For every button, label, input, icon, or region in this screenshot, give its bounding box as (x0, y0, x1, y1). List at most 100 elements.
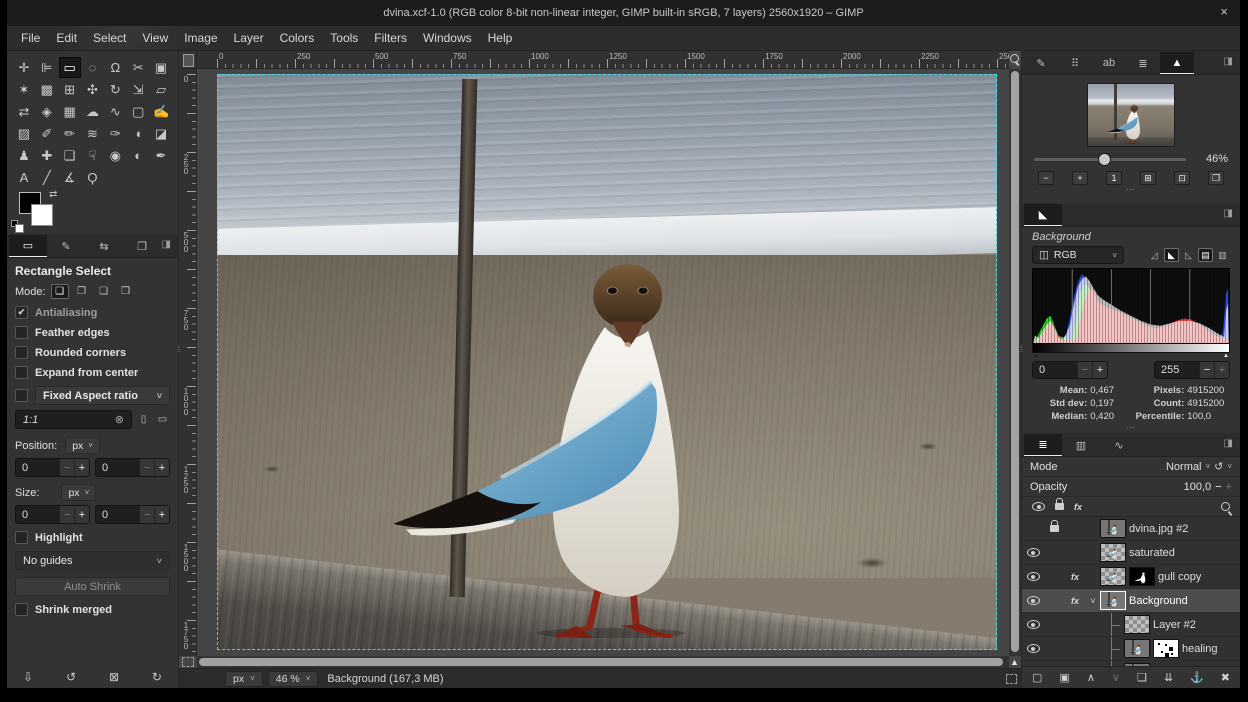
new-layer-group-button[interactable]: ▣ (1059, 671, 1069, 684)
undo-history-tab[interactable]: ⇆ (85, 235, 123, 257)
rounded-corners-checkbox[interactable] (15, 346, 28, 359)
duplicate-layer-button[interactable]: ❏ (1137, 671, 1147, 684)
tool-flip[interactable]: ⇄ (13, 101, 35, 122)
tool-bucket-fill[interactable]: ▨ (13, 123, 35, 144)
layer-row-background[interactable]: fx˅Background (1022, 589, 1240, 613)
minus-icon[interactable]: − (139, 506, 154, 523)
tool-paths[interactable]: ✒ (150, 145, 172, 166)
gradients-tab[interactable]: ≣ (1126, 52, 1160, 74)
menu-windows[interactable]: Windows (415, 26, 480, 50)
device-status-tab[interactable]: ✎ (47, 235, 85, 257)
layer-name[interactable]: saturated (1129, 547, 1175, 559)
tool-smudge[interactable]: ☟ (82, 145, 104, 166)
layer-mode-select[interactable]: Normal (1166, 461, 1201, 473)
feather-edges-checkbox[interactable] (15, 326, 28, 339)
landscape-icon[interactable]: ▭ (155, 412, 170, 428)
cancel-icon[interactable] (1006, 674, 1017, 684)
tool-n-point-deformation[interactable]: ▦ (59, 101, 81, 122)
dock-menu-icon[interactable]: ◨ (1224, 208, 1233, 219)
navigation-preview-button[interactable]: ▲ (1009, 656, 1020, 668)
plus-icon[interactable]: + (74, 506, 89, 523)
range-min-spinner[interactable]: 0 − + (1032, 361, 1108, 379)
dock-menu-icon[interactable]: ◨ (162, 239, 171, 250)
visibility-eye-icon[interactable] (1027, 572, 1040, 581)
panel-grip[interactable]: ⁞ (177, 344, 180, 354)
menu-file[interactable]: File (13, 26, 48, 50)
tool-unified-transform[interactable]: ✣ (82, 79, 104, 100)
range-max-spinner[interactable]: 255 − + (1154, 361, 1230, 379)
dock-menu-icon[interactable]: ◨ (1224, 438, 1233, 449)
clear-icon[interactable]: ⊗ (115, 413, 124, 426)
histogram-logarithmic-button[interactable]: ◣ (1164, 248, 1179, 262)
tool-blur-sharpen[interactable]: ◉ (104, 145, 126, 166)
tool-measure[interactable]: ∡ (59, 167, 81, 188)
tool-select-by-color[interactable]: ▩ (36, 79, 58, 100)
zoom-slider-knob[interactable] (1098, 153, 1111, 166)
reset-tool-options-button[interactable]: ↻ (152, 670, 162, 684)
histogram-gradient-strip[interactable]: ▲ ▲ (1032, 344, 1230, 353)
tool-options-tab[interactable]: ▭ (9, 235, 47, 257)
visibility-eye-icon[interactable] (1027, 644, 1040, 653)
image-canvas[interactable] (217, 74, 997, 650)
portrait-icon[interactable]: ▯ (136, 412, 151, 428)
shrink-merged-checkbox[interactable] (15, 603, 28, 616)
layer-name[interactable]: healing (1182, 643, 1217, 655)
tool-scissors-select[interactable]: ✂ (127, 57, 149, 78)
mode-replace[interactable]: ❏ (51, 284, 69, 299)
mode-subtract[interactable]: ❑ (95, 284, 113, 299)
menu-help[interactable]: Help (480, 26, 521, 50)
delete-tool-preset-button[interactable]: ⊠ (109, 670, 119, 684)
tool-scale[interactable]: ⇲ (127, 79, 149, 100)
canvas-viewport[interactable] (197, 69, 1009, 656)
background-color-swatch[interactable] (31, 204, 53, 226)
tool-pencil[interactable]: ✏ (59, 123, 81, 144)
menu-colors[interactable]: Colors (272, 26, 323, 50)
menu-tools[interactable]: Tools (322, 26, 366, 50)
menu-select[interactable]: Select (85, 26, 134, 50)
minus-icon[interactable]: − (59, 506, 74, 523)
tool-3d-transform[interactable]: ◈ (36, 101, 58, 122)
plus-icon[interactable]: + (154, 459, 169, 476)
tool-dodge-burn[interactable]: ◐ (127, 145, 149, 166)
expander-icon[interactable]: ˅ (1086, 596, 1100, 606)
size-width-spinner[interactable]: 0 − + (15, 505, 90, 524)
tool-crop[interactable]: ⊞ (59, 79, 81, 100)
dock-menu-icon[interactable]: ◨ (1224, 56, 1233, 67)
unit-select[interactable]: px ˅ (225, 671, 263, 687)
restore-tool-preset-button[interactable]: ↺ (66, 670, 76, 684)
histogram-tab[interactable]: ◣ (1024, 204, 1062, 226)
tool-free-select[interactable]: Ω (104, 57, 126, 78)
brushes-tab[interactable]: ✎ (1024, 52, 1058, 74)
layer-row-healing[interactable]: healing (1022, 637, 1240, 661)
ruler-origin-button[interactable] (179, 51, 197, 69)
tool-warp-transform[interactable]: ∿ (104, 101, 126, 122)
tool-paintbrush[interactable]: ✐ (36, 123, 58, 144)
minus-icon[interactable]: − (1215, 481, 1221, 493)
zoom-1-1-button[interactable]: 1 (1106, 171, 1122, 185)
layer-name[interactable]: Layer #2 (1153, 619, 1196, 631)
auto-shrink-button[interactable]: Auto Shrink (15, 577, 170, 596)
tool-mypaint-brush[interactable]: ◖ (127, 123, 149, 144)
plus-icon[interactable]: + (154, 506, 169, 523)
tool-seamless-clone[interactable]: ☁ (82, 101, 104, 122)
scale-log-button[interactable]: ▥ (1215, 248, 1230, 262)
close-icon[interactable]: × (1220, 4, 1228, 19)
menu-layer[interactable]: Layer (226, 26, 272, 50)
channels-tab[interactable]: ▥ (1062, 434, 1100, 456)
highlight-checkbox[interactable] (15, 531, 28, 544)
save-tool-preset-button[interactable]: ⇩ (23, 670, 33, 684)
size-unit-select[interactable]: px ˅ (61, 484, 96, 501)
minus-icon[interactable]: − (1199, 362, 1214, 378)
minus-icon[interactable]: − (59, 459, 74, 476)
tool-zoom[interactable]: Ϙ (82, 167, 104, 188)
tool-cage-transform[interactable]: ▢ (127, 101, 149, 122)
position-y-spinner[interactable]: 0 − + (95, 458, 170, 477)
minus-icon[interactable]: − (139, 459, 154, 476)
channel-select[interactable]: ◫ RGB ˅ (1032, 246, 1124, 264)
menu-image[interactable]: Image (176, 26, 225, 50)
position-unit-select[interactable]: px ˅ (65, 437, 100, 454)
tool-move[interactable]: ✛ (13, 57, 35, 78)
anchor-layer-button[interactable]: ⚓ (1190, 671, 1204, 684)
plus-icon[interactable]: + (1214, 362, 1229, 378)
range-max-marker[interactable]: ▲ (1223, 353, 1229, 359)
